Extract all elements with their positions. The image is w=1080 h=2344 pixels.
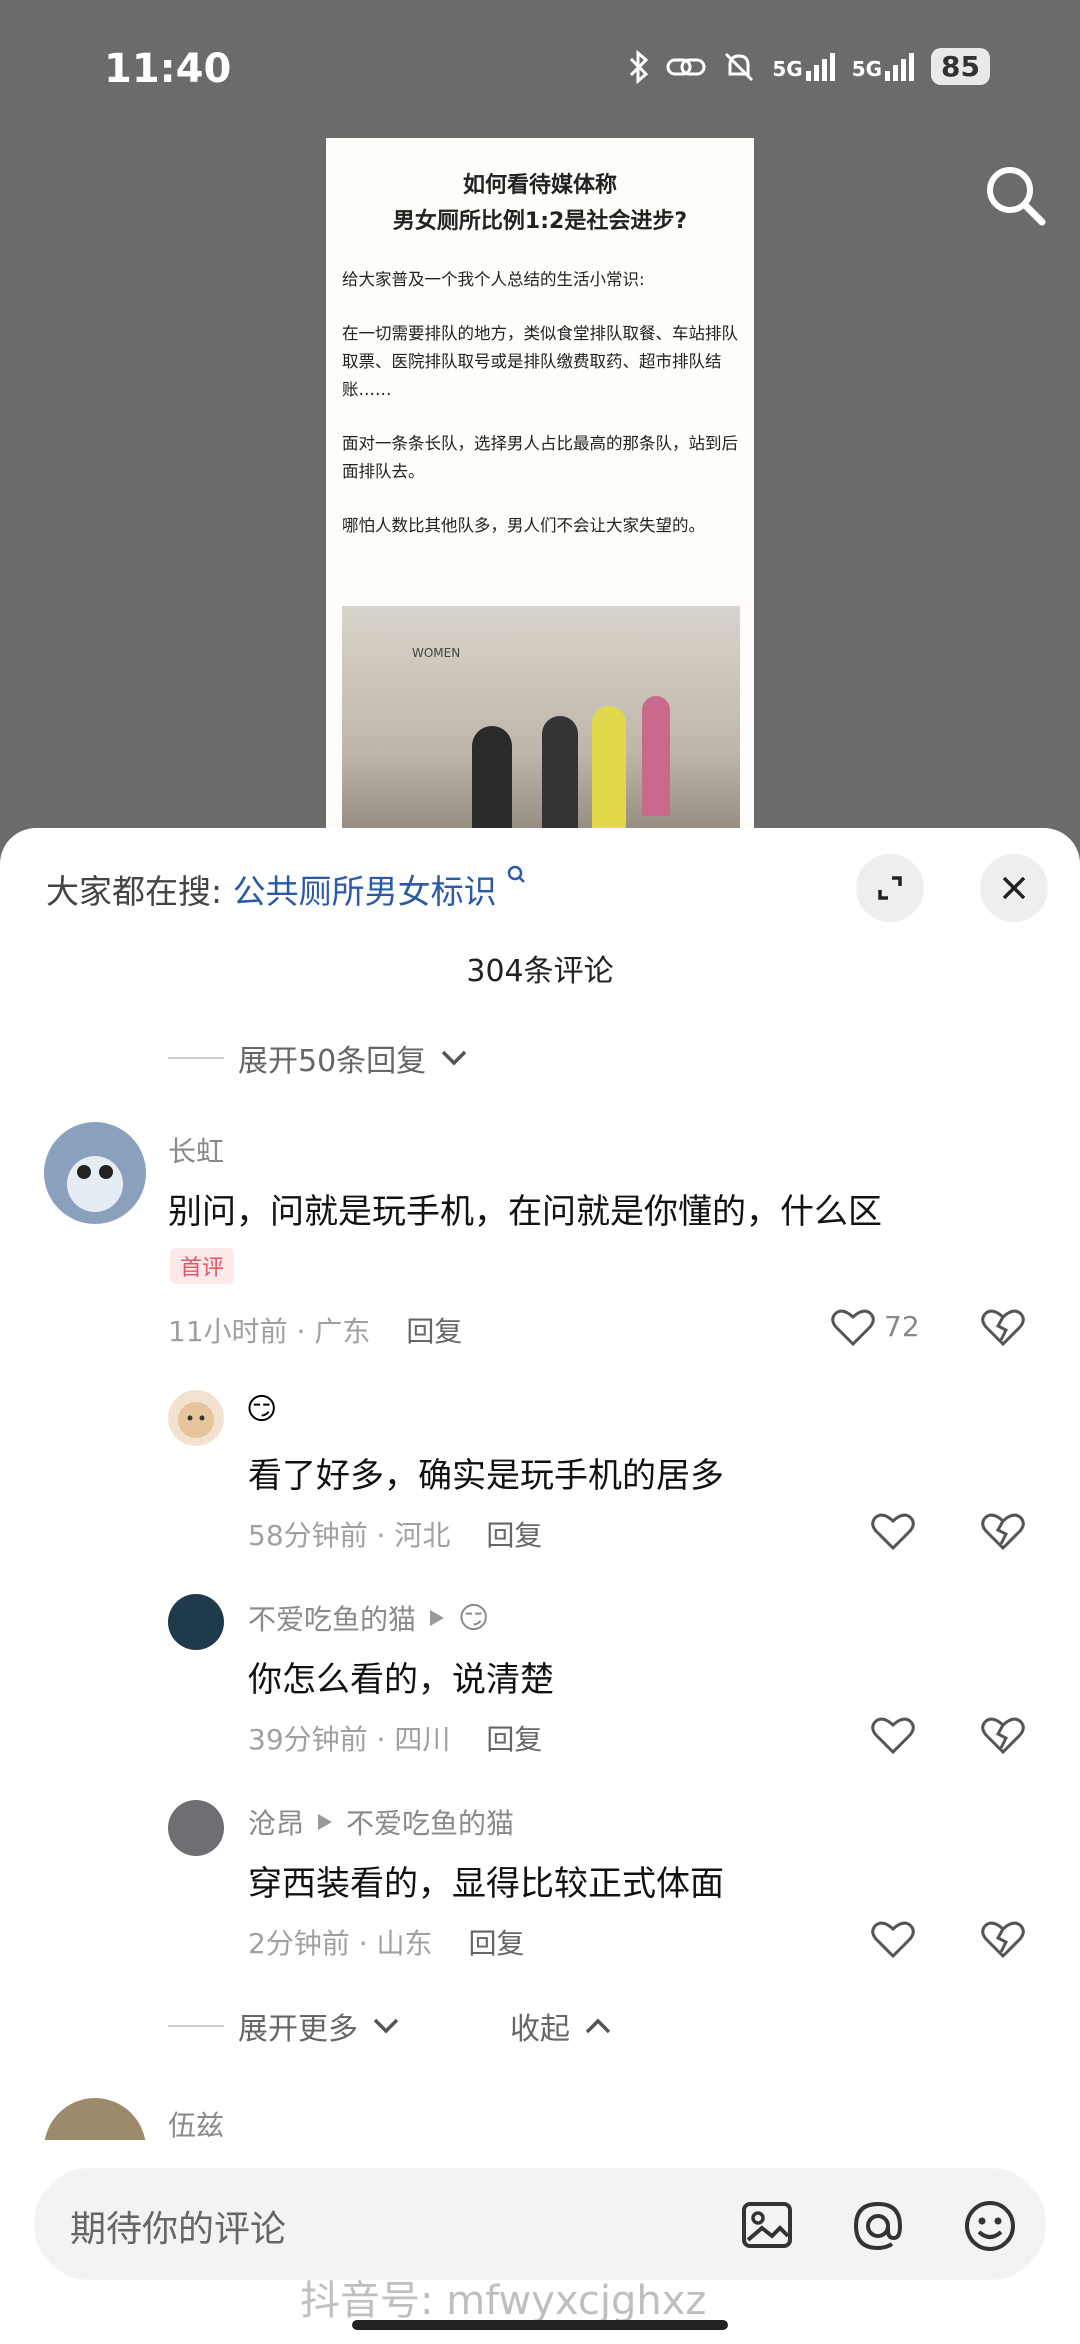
comment-meta: 58分钟前 · 河北 回复 — [248, 1519, 543, 1552]
bear-avatar-icon — [178, 1402, 214, 1438]
comment-text: 别问，问就是玩手机，在问就是你懂的，什么区 — [168, 1192, 882, 1232]
heart-icon[interactable] — [870, 1714, 916, 1756]
avatar[interactable] — [44, 1122, 146, 1224]
comment-text: 你怎么看的，说清楚 — [248, 1660, 554, 1700]
frog-avatar-icon — [67, 1156, 123, 1212]
comment-meta: 39分钟前 · 四川 回复 — [248, 1723, 543, 1756]
mute-bell-icon — [725, 52, 754, 81]
video-frame[interactable]: 如何看待媒体称 男女厕所比例1:2是社会进步? 给大家普及一个我个人总结的生活小… — [326, 138, 754, 838]
reply-button[interactable]: 回复 — [406, 1315, 462, 1348]
avatar[interactable] — [168, 1594, 224, 1650]
dislike-heart-icon[interactable] — [980, 1918, 1026, 1960]
smirk-emoji: 😏 — [458, 1600, 490, 1636]
heart-icon[interactable] — [870, 1918, 916, 1960]
reply-to-user[interactable]: 不爱吃鱼的猫 — [346, 1802, 514, 1842]
douyin-watermark: 抖音号: mfwyxcjghxz — [300, 2278, 707, 2324]
reply-author-row: 沧昂 不爱吃鱼的猫 — [248, 1802, 514, 1842]
hot-search-keyword[interactable]: 公共厕所男女标识 — [233, 872, 497, 911]
signal-bars-icon — [805, 52, 835, 81]
search-small-icon — [507, 865, 526, 883]
heart-icon[interactable] — [830, 1306, 876, 1348]
close-button[interactable] — [980, 854, 1048, 922]
emoji-icon[interactable] — [962, 2198, 1018, 2254]
dislike-heart-icon[interactable] — [980, 1306, 1026, 1348]
dislike-heart-icon[interactable] — [980, 1714, 1026, 1756]
video-title: 如何看待媒体称 男女厕所比例1:2是社会进步? — [392, 173, 688, 234]
search-icon[interactable] — [980, 160, 1050, 230]
heart-icon[interactable] — [870, 1510, 916, 1552]
video-text: 给大家普及一个我个人总结的生活小常识: 在一切需要排队的地方，类似食堂排队取餐、… — [342, 270, 738, 535]
signal-5g-2: 5G — [852, 52, 915, 81]
expand-icon — [878, 876, 902, 900]
comment-author[interactable]: 伍兹 — [168, 2104, 224, 2144]
comment-author[interactable]: 长虹 — [168, 1130, 224, 1170]
reply-button[interactable]: 回复 — [469, 1927, 525, 1960]
comment-text: 看了好多，确实是玩手机的居多 — [248, 1456, 724, 1496]
battery-indicator: 85 — [931, 48, 990, 85]
chevron-up-icon — [585, 2018, 611, 2034]
reply-author-row: 不爱吃鱼的猫 😏 — [248, 1598, 489, 1638]
expand-more-button[interactable]: 展开更多 — [168, 2004, 400, 2048]
like-count: 72 — [884, 1310, 920, 1343]
reply-button[interactable]: 回复 — [486, 1519, 542, 1552]
fullscreen-button[interactable] — [856, 854, 924, 922]
comment-author[interactable]: 不爱吃鱼的猫 — [248, 1598, 416, 1638]
hot-search-bar[interactable]: 大家都在搜: 公共厕所男女标识 — [46, 865, 527, 913]
close-icon — [1002, 876, 1026, 900]
avatar[interactable] — [168, 1800, 224, 1856]
expand-replies-top[interactable]: 展开50条回复 — [168, 1036, 468, 1080]
dislike-heart-icon[interactable] — [980, 1510, 1026, 1552]
comment-author[interactable]: 沧昂 — [248, 1802, 304, 1842]
link-icon — [666, 58, 706, 75]
comment-text: 穿西装看的，显得比较正式体面 — [248, 1864, 724, 1904]
avatar[interactable] — [168, 1390, 224, 1446]
queue-photo: WOMEN — [342, 606, 740, 838]
bluetooth-icon — [630, 49, 649, 84]
comment-sheet — [0, 828, 1080, 2344]
triangle-right-icon — [318, 1814, 333, 1830]
comment-count: 304条评论 — [466, 954, 614, 989]
comment-input-placeholder: 期待你的评论 — [70, 2209, 287, 2250]
mention-icon[interactable] — [850, 2198, 906, 2254]
image-icon[interactable] — [740, 2198, 794, 2252]
triangle-right-icon — [430, 1610, 445, 1626]
smirk-emoji: 😏 — [246, 1392, 278, 1427]
home-indicator[interactable] — [352, 2320, 728, 2330]
collapse-button[interactable]: 收起 — [510, 2004, 612, 2048]
chevron-down-icon — [373, 2018, 399, 2034]
signal-bars-icon — [885, 52, 915, 81]
chevron-down-icon — [441, 1050, 467, 1066]
status-time: 11:40 — [104, 46, 232, 92]
comment-meta: 2分钟前 · 山东 回复 — [248, 1927, 525, 1960]
status-icons: 5G 5G 85 — [628, 48, 990, 85]
signal-5g-1: 5G — [772, 52, 835, 81]
comment-meta: 11小时前 · 广东 回复 — [168, 1315, 463, 1348]
reply-button[interactable]: 回复 — [486, 1723, 542, 1756]
first-comment-badge: 首评 — [170, 1248, 235, 1284]
